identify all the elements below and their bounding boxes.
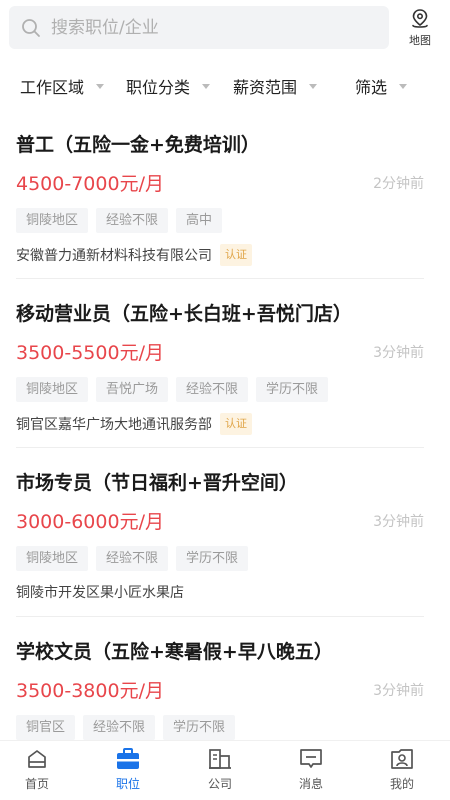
job-posted-time: 3分钟前 — [373, 345, 424, 361]
job-title: 普工（五险一金+免费培训） — [16, 134, 260, 156]
tab-label: 我的 — [389, 777, 414, 791]
caret-down-icon — [96, 83, 105, 89]
job-salary: 3500-5500元/月 — [16, 342, 164, 364]
filter-job-category[interactable]: 职位分类 — [126, 74, 211, 98]
job-tag: 高中 — [176, 208, 223, 233]
verified-badge: 认证 — [220, 413, 252, 435]
tab-label: 职位 — [115, 777, 140, 791]
tab-home[interactable]: 首页 — [7, 747, 67, 792]
tab-company[interactable]: 公司 — [190, 747, 250, 792]
top-bar: 地图 — [0, 0, 450, 58]
job-posted-time: 3分钟前 — [373, 514, 424, 530]
caret-down-icon — [202, 83, 211, 89]
briefcase-icon — [117, 748, 139, 769]
caret-down-icon — [309, 83, 318, 89]
job-list[interactable]: 普工（五险一金+免费培训） 4500-7000元/月 2分钟前 铜陵地区 经验不… — [0, 118, 450, 740]
company-name: 安徽普力通新材料科技有限公司 — [16, 248, 212, 264]
search-box[interactable] — [9, 6, 389, 49]
job-card[interactable]: 移动营业员（五险+长白班+吾悦门店） 3500-5500元/月 3分钟前 铜陵地… — [16, 299, 424, 449]
job-tag: 学历不限 — [163, 715, 236, 740]
job-company: 铜陵市开发区果小匠水果店 — [16, 582, 184, 602]
tab-messages[interactable]: 消息 — [281, 747, 341, 792]
filter-label: 筛选 — [355, 78, 388, 97]
caret-down-icon — [399, 83, 408, 89]
divider — [16, 616, 424, 617]
map-pin-icon — [412, 9, 428, 28]
job-tag: 铜陵地区 — [16, 208, 89, 233]
tab-profile[interactable]: 我的 — [372, 747, 432, 792]
divider — [16, 278, 424, 279]
building-icon — [209, 749, 231, 769]
filter-label: 薪资范围 — [233, 78, 298, 97]
filter-work-area[interactable]: 工作区域 — [20, 74, 105, 98]
filter-salary-range[interactable]: 薪资范围 — [233, 74, 318, 98]
profile-icon — [391, 749, 413, 769]
job-tag: 学历不限 — [176, 546, 249, 571]
search-icon — [22, 18, 40, 37]
filter-more[interactable]: 筛选 — [355, 74, 408, 98]
filter-label: 工作区域 — [20, 78, 85, 97]
divider — [16, 447, 424, 448]
job-tag: 学历不限 — [256, 377, 329, 402]
map-button[interactable]: 地图 — [400, 8, 440, 50]
job-card[interactable]: 普工（五险一金+免费培训） 4500-7000元/月 2分钟前 铜陵地区 经验不… — [16, 130, 424, 280]
job-tags: 铜陵地区 吾悦广场 经验不限 学历不限 — [16, 377, 329, 402]
job-tag: 吾悦广场 — [96, 377, 169, 402]
tab-label: 消息 — [298, 777, 323, 791]
tab-label: 公司 — [207, 777, 232, 791]
tab-jobs[interactable]: 职位 — [98, 747, 158, 792]
job-tags: 铜官区 经验不限 学历不限 — [16, 715, 236, 740]
bottom-tab-bar: 首页 职位 公司 消息 我的 — [0, 740, 450, 800]
job-title: 市场专员（节日福利+晋升空间） — [16, 472, 298, 494]
job-posted-time: 3分钟前 — [373, 683, 424, 699]
job-tag: 经验不限 — [83, 715, 156, 740]
filter-bar: 工作区域 职位分类 薪资范围 筛选 — [0, 60, 450, 110]
job-card[interactable]: 市场专员（节日福利+晋升空间） 3000-6000元/月 3分钟前 铜陵地区 经… — [16, 468, 424, 618]
job-salary: 3500-3800元/月 — [16, 680, 164, 702]
tab-label: 首页 — [24, 777, 49, 791]
job-company: 铜官区嘉华广场大地通讯服务部 认证 — [16, 413, 252, 435]
job-tag: 经验不限 — [96, 546, 169, 571]
job-company: 安徽普力通新材料科技有限公司 认证 — [16, 244, 252, 266]
filter-label: 职位分类 — [126, 78, 191, 97]
map-button-label: 地图 — [409, 34, 431, 47]
job-posted-time: 2分钟前 — [373, 176, 424, 192]
job-tags: 铜陵地区 经验不限 高中 — [16, 208, 223, 233]
job-card[interactable]: 学校文员（五险+寒暑假+早八晚五） 3500-3800元/月 3分钟前 铜官区 … — [16, 637, 424, 740]
message-icon — [300, 749, 322, 768]
job-salary: 4500-7000元/月 — [16, 173, 164, 195]
job-tag: 铜官区 — [16, 715, 76, 740]
job-tags: 铜陵地区 经验不限 学历不限 — [16, 546, 249, 571]
job-tag: 经验不限 — [176, 377, 249, 402]
job-title: 移动营业员（五险+长白班+吾悦门店） — [16, 303, 352, 325]
job-tag: 铜陵地区 — [16, 546, 89, 571]
job-tag: 经验不限 — [96, 208, 169, 233]
company-name: 铜陵市开发区果小匠水果店 — [16, 585, 184, 601]
home-icon — [28, 750, 46, 768]
job-tag: 铜陵地区 — [16, 377, 89, 402]
company-name: 铜官区嘉华广场大地通讯服务部 — [16, 417, 212, 433]
verified-badge: 认证 — [220, 244, 252, 266]
search-input[interactable] — [51, 17, 351, 38]
job-title: 学校文员（五险+寒暑假+早八晚五） — [16, 641, 333, 663]
job-salary: 3000-6000元/月 — [16, 511, 164, 533]
